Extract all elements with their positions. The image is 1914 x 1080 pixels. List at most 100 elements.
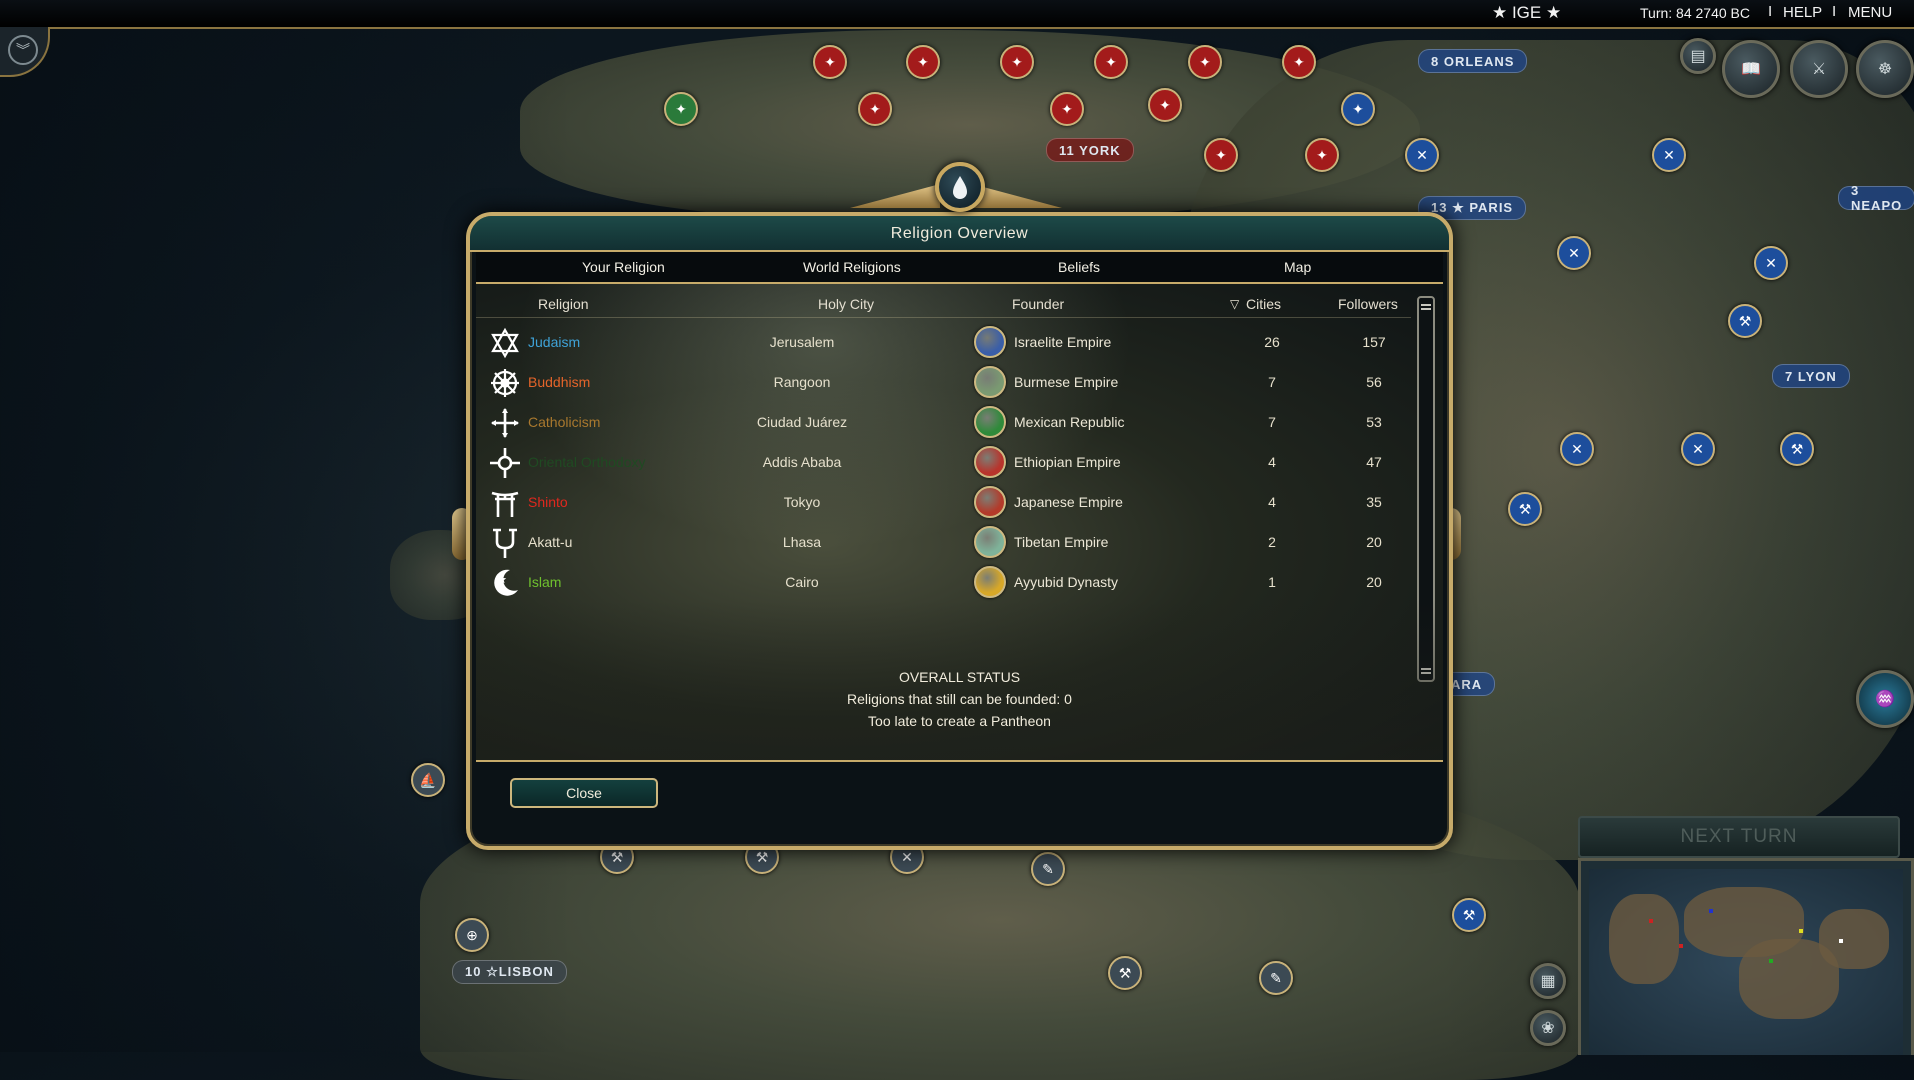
unit-icon[interactable]: ✕ xyxy=(1681,432,1715,466)
city-count: 2 xyxy=(1268,534,1276,550)
unit-panel-icon[interactable]: ♒ xyxy=(1856,670,1914,728)
table-row[interactable]: Buddhism Rangoon Burmese Empire 7 56 xyxy=(476,362,1411,402)
founder-name: Israelite Empire xyxy=(1014,334,1112,350)
header-divider xyxy=(476,317,1411,318)
dharma-wheel-icon xyxy=(491,369,519,397)
pantheon-status-text: Too late to create a Pantheon xyxy=(868,713,1051,729)
follower-count: 53 xyxy=(1366,414,1382,430)
civilopedia-icon[interactable]: 📖 xyxy=(1722,40,1780,98)
table-row[interactable]: Islam Cairo Ayyubid Dynasty 1 20 xyxy=(476,562,1411,602)
follower-count: 157 xyxy=(1362,334,1386,350)
religion-name: Oriental Orthodoxy xyxy=(528,454,646,470)
unit-icon[interactable]: ⚒ xyxy=(1728,304,1762,338)
unit-icon[interactable]: ⚒ xyxy=(1108,956,1142,990)
unit-icon[interactable]: ✦ xyxy=(1204,138,1238,172)
diplomacy-icon[interactable]: ☸ xyxy=(1856,40,1914,98)
city-banner-orleans[interactable]: 8 ORLEANS xyxy=(1418,49,1528,73)
sort-arrow-icon: ▽ xyxy=(1230,297,1240,311)
founder-name: Mexican Republic xyxy=(1014,414,1125,430)
minimap[interactable] xyxy=(1578,858,1914,1055)
religion-list-scrollbar[interactable] xyxy=(1417,296,1435,682)
crescent-icon xyxy=(494,569,518,596)
tab-beliefs[interactable]: Beliefs xyxy=(1058,259,1100,275)
follower-count: 20 xyxy=(1366,574,1382,590)
holy-city: Rangoon xyxy=(773,374,831,390)
founder-name: Tibetan Empire xyxy=(1014,534,1109,550)
tab-world-religions[interactable]: World Religions xyxy=(799,259,905,275)
table-row[interactable]: Catholicism Ciudad Juárez Mexican Republ… xyxy=(476,402,1411,442)
table-row[interactable]: Akatt-u Lhasa Tibetan Empire 2 20 xyxy=(476,522,1411,562)
follower-count: 35 xyxy=(1366,494,1382,510)
unit-icon[interactable]: ⚒ xyxy=(1452,898,1486,932)
city-banner-york[interactable]: 11 YORK xyxy=(1046,138,1134,162)
map-options-icon[interactable]: ❀ xyxy=(1530,1010,1566,1046)
unit-icon[interactable]: ✎ xyxy=(1259,961,1293,995)
unit-icon[interactable]: ✦ xyxy=(858,92,892,126)
civ-emblem-icon xyxy=(974,326,1006,358)
unit-icon[interactable]: ✕ xyxy=(1754,246,1788,280)
unit-icon[interactable]: ⚒ xyxy=(1508,492,1542,526)
dialog-tabs: Your Religion World Religions Beliefs Ma… xyxy=(476,252,1443,284)
unit-icon[interactable]: ✦ xyxy=(1094,45,1128,79)
tab-your-religion[interactable]: Your Religion xyxy=(582,259,665,275)
table-row[interactable]: Oriental Orthodoxy Addis Ababa Ethiopian… xyxy=(476,442,1411,482)
next-turn-button[interactable]: NEXT TURN xyxy=(1578,816,1900,858)
tab-map[interactable]: Map xyxy=(1284,259,1311,275)
holy-city: Addis Ababa xyxy=(762,454,842,470)
city-banner-lisbon[interactable]: 10 ☆LISBON xyxy=(452,960,567,984)
chevron-down-icon[interactable]: ︾ xyxy=(8,35,38,65)
overall-status-heading: OVERALL STATUS xyxy=(898,669,1021,685)
star-of-david-icon xyxy=(491,327,519,359)
unit-icon[interactable]: ✦ xyxy=(1000,45,1034,79)
founder-name: Burmese Empire xyxy=(1014,374,1119,390)
civ-emblem-icon xyxy=(974,366,1006,398)
unit-icon[interactable]: ✕ xyxy=(1652,138,1686,172)
help-button[interactable]: HELP xyxy=(1783,4,1822,21)
unit-icon[interactable]: ✦ xyxy=(1282,45,1316,79)
world-religions-panel: Religion Holy City Founder ▽ Cities Foll… xyxy=(476,284,1443,762)
unit-icon[interactable]: ✎ xyxy=(1031,852,1065,886)
menu-button[interactable]: MENU xyxy=(1848,4,1892,21)
torii-icon xyxy=(491,491,519,517)
military-advisor-icon[interactable]: ⚔ xyxy=(1790,40,1848,98)
ige-button[interactable]: ★ IGE ★ xyxy=(1492,3,1561,23)
column-header-holy-city[interactable]: Holy City xyxy=(818,296,874,312)
unit-icon[interactable]: ✦ xyxy=(664,92,698,126)
table-row[interactable]: Judaism Jerusalem Israelite Empire 26 15… xyxy=(476,322,1411,362)
religion-name: Judaism xyxy=(528,334,581,350)
unit-icon[interactable]: ✦ xyxy=(813,45,847,79)
unit-icon[interactable]: ✦ xyxy=(906,45,940,79)
unit-icon[interactable]: ⛵ xyxy=(411,763,445,797)
trident-icon xyxy=(493,528,517,558)
column-header-religion[interactable]: Religion xyxy=(538,296,589,312)
cross-icon xyxy=(491,408,519,438)
table-row[interactable]: Shinto Tokyo Japanese Empire 4 35 xyxy=(476,482,1411,522)
follower-count: 20 xyxy=(1366,534,1382,550)
notes-icon[interactable]: ▤ xyxy=(1680,38,1716,74)
orthodox-cross-icon xyxy=(490,448,520,478)
dialog-title: Religion Overview xyxy=(890,225,1029,242)
unit-icon[interactable]: ✦ xyxy=(1188,45,1222,79)
city-banner-neapol[interactable]: 3 NEAPO xyxy=(1838,183,1914,213)
top-bar: ★ IGE ★ Turn: 84 2740 BC I HELP I MENU xyxy=(0,0,1914,29)
unit-icon[interactable]: ✦ xyxy=(1341,92,1375,126)
civ-emblem-icon xyxy=(974,566,1006,598)
unit-icon[interactable]: ✕ xyxy=(1405,138,1439,172)
unit-icon[interactable]: ✕ xyxy=(1557,236,1591,270)
column-header-founder[interactable]: Founder xyxy=(1012,296,1064,312)
unit-icon[interactable]: ✦ xyxy=(1148,88,1182,122)
column-header-cities[interactable]: Cities xyxy=(1246,296,1281,312)
column-header-followers[interactable]: Followers xyxy=(1338,296,1398,312)
religion-crest-icon xyxy=(935,162,985,212)
unit-icon[interactable]: ⚒ xyxy=(1780,432,1814,466)
city-banner-lyon[interactable]: 7 LYON xyxy=(1772,364,1850,388)
city-count: 7 xyxy=(1268,414,1276,430)
unit-icon[interactable]: ✕ xyxy=(1560,432,1594,466)
unit-icon[interactable]: ✦ xyxy=(1050,92,1084,126)
turn-indicator: Turn: 84 2740 BC xyxy=(1640,5,1750,21)
strategic-view-icon[interactable]: ▦ xyxy=(1530,963,1566,999)
unit-icon[interactable]: ⊕ xyxy=(455,918,489,952)
civ-emblem-icon xyxy=(974,446,1006,478)
close-button[interactable]: Close xyxy=(510,778,658,808)
unit-icon[interactable]: ✦ xyxy=(1305,138,1339,172)
